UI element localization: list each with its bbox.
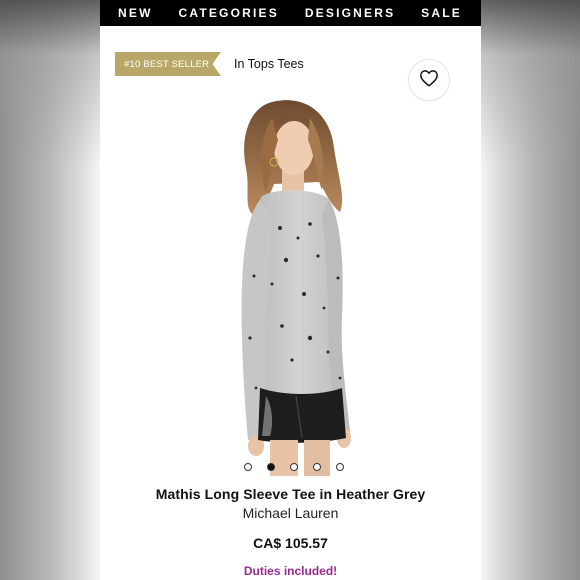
carousel-dot-3[interactable] (289, 463, 298, 471)
top-navigation: NEW CATEGORIES DESIGNERS SALE (100, 0, 481, 26)
heart-icon (419, 69, 439, 92)
product-image[interactable] (200, 88, 390, 476)
category-label: In Tops Tees (234, 57, 304, 71)
carousel-dot-5[interactable] (335, 463, 344, 471)
product-title: Mathis Long Sleeve Tee in Heather Grey (155, 486, 426, 502)
nav-item-sale[interactable]: SALE (421, 6, 462, 20)
carousel-dot-4[interactable] (312, 463, 321, 471)
nav-item-new[interactable]: NEW (118, 6, 153, 20)
favorite-button[interactable] (408, 59, 450, 101)
duties-note: Duties included! (243, 564, 338, 578)
product-page: NEW CATEGORIES DESIGNERS SALE #10 BEST S… (100, 0, 481, 580)
carousel-dot-1[interactable] (243, 463, 252, 471)
nav-item-designers[interactable]: DESIGNERS (305, 6, 395, 20)
image-carousel-dots (100, 463, 481, 471)
product-brand[interactable]: Michael Lauren (100, 505, 481, 521)
best-seller-badge: #10 BEST SELLER (115, 52, 221, 76)
nav-item-categories[interactable]: CATEGORIES (178, 6, 278, 20)
product-price: CA$ 105.57 (253, 535, 328, 551)
carousel-dot-2-active[interactable] (266, 463, 275, 471)
